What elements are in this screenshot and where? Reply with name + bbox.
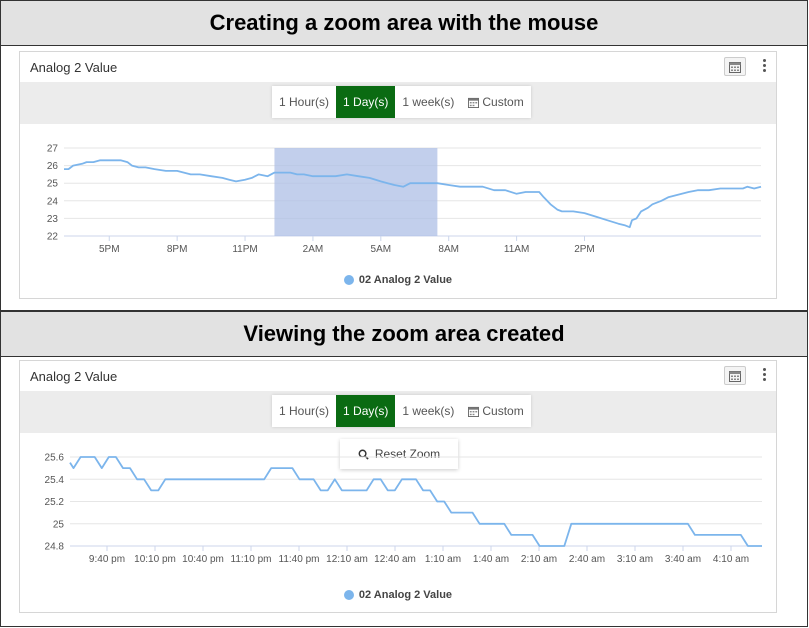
y-tick-label: 24: [47, 196, 59, 207]
y-tick-label: 25.6: [45, 453, 65, 464]
chart-card: Analog 2 Value 1 Hour(s) 1 Day(s) 1 week…: [19, 51, 777, 299]
x-tick-label: 10:40 pm: [182, 554, 224, 565]
x-tick-label: 12:40 am: [374, 554, 416, 565]
y-tick-label: 26: [47, 161, 59, 172]
legend-marker: [343, 590, 354, 600]
y-tick-label: 25.4: [45, 475, 65, 486]
y-tick-label: 22: [47, 232, 59, 243]
y-tick-label: 27: [47, 144, 59, 155]
chart-card: Analog 2 Value 1 Hour(s) 1 Day(s) 1 week…: [19, 360, 777, 613]
zoom-view-panel: Viewing the zoom area created Analog 2 V…: [0, 311, 808, 627]
chart-legend[interactable]: 02 Analog 2 Value: [20, 274, 776, 286]
x-tick-label: 3:40 am: [665, 554, 701, 565]
x-tick-label: 8AM: [438, 244, 459, 255]
y-tick-label: 25: [47, 179, 59, 190]
x-tick-label: 11:40 pm: [279, 554, 320, 565]
x-tick-label: 1:10 am: [425, 554, 461, 565]
line-chart[interactable]: 24.8 25 25.2 25.4 25.6 9:40 pm 10:10 pm 10:40 p…: [20, 361, 776, 612]
x-tick-label: 5AM: [371, 244, 392, 255]
zoom-selection-area: [274, 148, 438, 236]
legend-label: 02 Analog 2 Value: [358, 274, 453, 286]
x-tick-label: 2AM: [303, 244, 324, 255]
x-tick-label: 2:40 am: [569, 554, 605, 565]
chart-legend[interactable]: 02 Analog 2 Value: [20, 589, 776, 601]
y-tick-label: 24.8: [45, 542, 65, 553]
x-tick-label: 12:10 am: [326, 554, 368, 565]
x-tick-label: 11:10 pm: [231, 554, 272, 565]
x-tick-label: 8PM: [167, 244, 188, 255]
legend-label: 02 Analog 2 Value: [358, 589, 453, 601]
x-tick-label: 10:10 pm: [134, 554, 176, 565]
panel-heading: Creating a zoom area with the mouse: [1, 1, 807, 46]
x-tick-label: 11PM: [232, 244, 257, 255]
x-tick-label: 1:40 am: [473, 554, 509, 565]
x-tick-label: 11AM: [504, 244, 529, 255]
x-tick-label: 2:10 am: [521, 554, 557, 565]
x-tick-label: 3:10 am: [617, 554, 653, 565]
y-tick-label: 23: [47, 214, 59, 225]
x-tick-label: 2PM: [574, 244, 595, 255]
x-tick-label: 9:40 pm: [89, 554, 125, 565]
y-tick-label: 25: [53, 519, 65, 530]
legend-marker: [343, 275, 354, 285]
panel-heading: Viewing the zoom area created: [1, 312, 807, 357]
x-tick-label: 5PM: [99, 244, 120, 255]
line-chart[interactable]: 22 23 24 25 26 27 5PM 8PM 11PM 2AM 5AM 8AM 11AM 2PM: [20, 52, 776, 298]
y-tick-label: 25.2: [45, 497, 65, 508]
zoom-create-panel: Creating a zoom area with the mouse Anal…: [0, 0, 808, 311]
x-tick-label: 4:10 am: [713, 554, 749, 565]
